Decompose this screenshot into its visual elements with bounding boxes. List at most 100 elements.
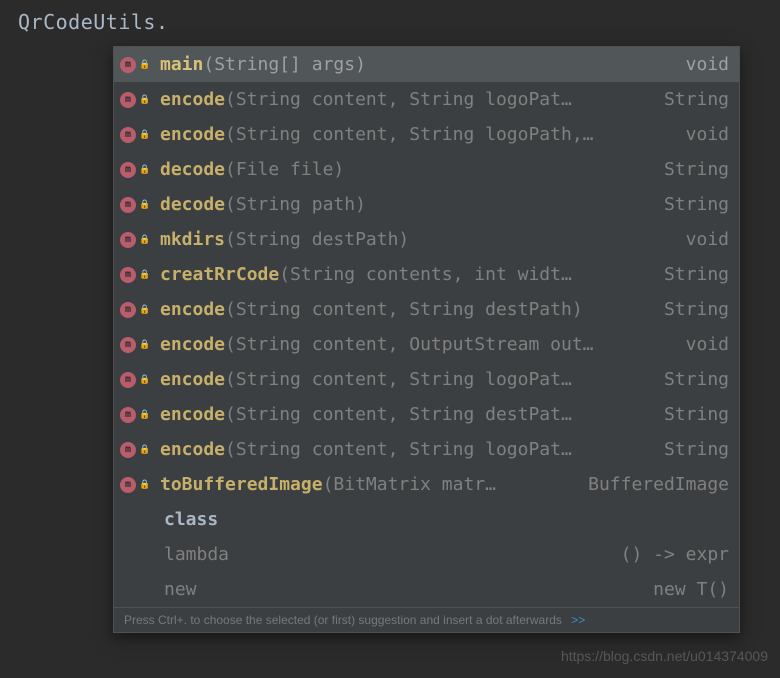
method-name: encode (160, 299, 225, 320)
suggestion-item[interactable]: m🔒 encode(String content, String destPath… (114, 292, 739, 327)
method-name: decode (160, 159, 225, 180)
lock-icon: 🔒 (138, 58, 152, 72)
lock-icon: 🔒 (138, 373, 152, 387)
suggestion-item[interactable]: m🔒 creatRrCode(String contents, int widt…… (114, 257, 739, 292)
code-text: QrCodeUtils. (18, 10, 169, 34)
suggestion-item[interactable]: m🔒 encode(String content, String logoPat…… (114, 82, 739, 117)
method-name: encode (160, 404, 225, 425)
editor-area[interactable]: QrCodeUtils. (0, 0, 780, 44)
lock-icon: 🔒 (138, 408, 152, 422)
method-params: (String content, String logoPat… (225, 89, 652, 110)
suggestion-item[interactable]: m🔒encode(String content, String destPat…… (114, 397, 739, 432)
icon-group: m🔒 (120, 337, 154, 353)
method-params: (String contents, int widt… (279, 264, 652, 285)
icon-group: m🔒 (124, 512, 158, 528)
method-name: encode (160, 89, 225, 110)
hint-text: Press Ctrl+. to choose the selected (or … (124, 613, 562, 627)
suggestion-item[interactable]: m🔒 encode(String content, OutputStream ou… (114, 327, 739, 362)
suggestion-item[interactable]: m🔒 lambda () -> expr (114, 537, 739, 572)
method-icon: m (120, 92, 136, 108)
hint-bar: Press Ctrl+. to choose the selected (or … (114, 607, 739, 632)
icon-group: m🔒 (120, 302, 154, 318)
suggestion-item[interactable]: m🔒 decode(String path)String (114, 187, 739, 222)
return-type: String (652, 264, 729, 285)
method-icon: m (120, 127, 136, 143)
lock-icon: 🔒 (138, 233, 152, 247)
method-name: encode (160, 334, 225, 355)
method-name: encode (160, 124, 225, 145)
method-icon: m (120, 57, 136, 73)
lock-icon: 🔒 (138, 478, 152, 492)
method-params: (String content, String destPath) (225, 299, 652, 320)
method-icon: m (120, 162, 136, 178)
icon-group: m🔒 (124, 547, 158, 563)
suggestion-item[interactable]: m🔒 class (114, 502, 739, 537)
return-type: () -> expr (609, 544, 729, 565)
icon-group: m🔒 (120, 232, 154, 248)
lock-icon: 🔒 (138, 268, 152, 282)
return-type: void (674, 334, 729, 355)
suggestion-item[interactable]: m🔒main(String[] args)void (114, 47, 739, 82)
method-icon: m (120, 197, 136, 213)
method-name: toBufferedImage (160, 474, 323, 495)
icon-group: m🔒 (120, 127, 154, 143)
suggestion-list: m🔒main(String[] args)voidm🔒encode(String… (114, 47, 739, 607)
lock-icon: 🔒 (138, 128, 152, 142)
method-name: main (160, 54, 203, 75)
return-type: String (652, 404, 729, 425)
suggestion-item[interactable]: m🔒 mkdirs(String destPath)void (114, 222, 739, 257)
method-params: (String path) (225, 194, 652, 215)
method-params: (String content, String logoPat… (225, 369, 652, 390)
method-name: lambda (164, 544, 229, 565)
lock-icon: 🔒 (138, 198, 152, 212)
method-icon: m (120, 337, 136, 353)
suggestion-item[interactable]: m🔒encode(String content, String logoPat…… (114, 432, 739, 467)
suggestion-item[interactable]: m🔒newnew T() (114, 572, 739, 607)
method-params: (String content, String destPat… (225, 404, 652, 425)
method-name: encode (160, 369, 225, 390)
icon-group: m🔒 (120, 92, 154, 108)
icon-group: m🔒 (120, 372, 154, 388)
method-icon: m (120, 442, 136, 458)
return-type: String (652, 194, 729, 215)
return-type: void (674, 229, 729, 250)
icon-group: m🔒 (120, 57, 154, 73)
suggestion-item[interactable]: m🔒decode(File file)String (114, 152, 739, 187)
method-icon: m (120, 232, 136, 248)
method-params: (String content, OutputStream out… (225, 334, 674, 355)
method-params: (BitMatrix matr… (323, 474, 577, 495)
suggestion-item[interactable]: m🔒 toBufferedImage(BitMatrix matr…Buffere… (114, 467, 739, 502)
method-name: decode (160, 194, 225, 215)
method-icon: m (120, 372, 136, 388)
return-type: String (652, 89, 729, 110)
return-type: BufferedImage (576, 474, 729, 495)
method-name: class (164, 509, 218, 530)
method-name: mkdirs (160, 229, 225, 250)
return-type: new T() (641, 579, 729, 600)
method-icon: m (120, 302, 136, 318)
method-params: (String content, String logoPath,… (225, 124, 674, 145)
return-type: String (652, 439, 729, 460)
watermark-text: https://blog.csdn.net/u014374009 (561, 648, 768, 664)
lock-icon: 🔒 (138, 93, 152, 107)
return-type: String (652, 369, 729, 390)
method-name: creatRrCode (160, 264, 279, 285)
suggestion-item[interactable]: m🔒 encode(String content, String logoPat…… (114, 362, 739, 397)
method-name: new (164, 579, 197, 600)
method-icon: m (120, 267, 136, 283)
icon-group: m🔒 (120, 197, 154, 213)
suggestion-item[interactable]: m🔒 encode(String content, String logoPath… (114, 117, 739, 152)
icon-group: m🔒 (120, 267, 154, 283)
return-type: String (652, 299, 729, 320)
method-name: encode (160, 439, 225, 460)
lock-icon: 🔒 (138, 303, 152, 317)
return-type: void (674, 54, 729, 75)
lock-icon: 🔒 (138, 443, 152, 457)
method-params: (File file) (225, 159, 652, 180)
method-icon: m (120, 477, 136, 493)
return-type: void (674, 124, 729, 145)
method-params: (String destPath) (225, 229, 674, 250)
lock-icon: 🔒 (138, 338, 152, 352)
lock-icon: 🔒 (138, 163, 152, 177)
next-tip-icon[interactable]: >> (568, 613, 585, 627)
